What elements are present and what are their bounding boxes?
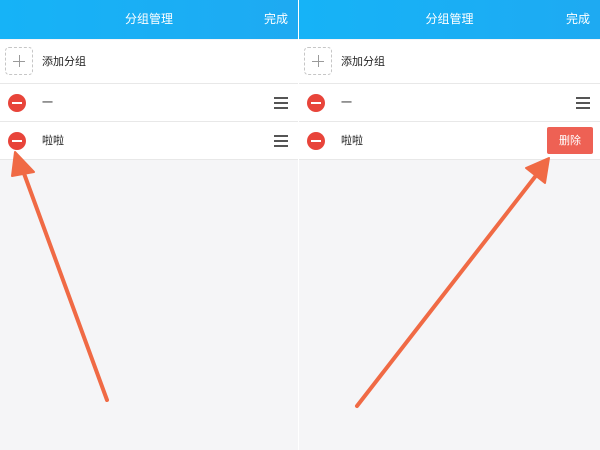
group-row: 一 bbox=[0, 84, 298, 122]
plus-icon[interactable] bbox=[304, 47, 332, 75]
header: 分组管理 完成 bbox=[299, 0, 600, 39]
drag-handle-icon[interactable] bbox=[274, 97, 288, 109]
remove-icon[interactable] bbox=[8, 94, 26, 112]
group-name: 一 bbox=[341, 96, 352, 109]
group-row: 啦啦 删除 bbox=[299, 122, 600, 160]
left-panel: 分组管理 完成 添加分组 一 啦啦 bbox=[0, 0, 298, 450]
plus-icon[interactable] bbox=[5, 47, 33, 75]
remove-icon[interactable] bbox=[307, 132, 325, 150]
delete-button[interactable]: 删除 bbox=[547, 127, 593, 154]
group-row: 啦啦 bbox=[0, 122, 298, 160]
page-title: 分组管理 bbox=[124, 12, 173, 26]
right-panel: 分组管理 完成 添加分组 一 啦啦 删除 bbox=[299, 0, 600, 450]
page-title: 分组管理 bbox=[425, 12, 474, 26]
remove-icon[interactable] bbox=[8, 132, 26, 150]
add-group-label: 添加分组 bbox=[341, 55, 385, 68]
add-group-row[interactable]: 添加分组 bbox=[0, 40, 298, 84]
add-group-row[interactable]: 添加分组 bbox=[299, 40, 600, 84]
remove-icon[interactable] bbox=[307, 94, 325, 112]
drag-handle-icon[interactable] bbox=[576, 97, 590, 109]
drag-handle-icon[interactable] bbox=[274, 135, 288, 147]
group-name: 一 bbox=[42, 96, 53, 109]
group-name: 啦啦 bbox=[42, 134, 64, 147]
add-group-label: 添加分组 bbox=[42, 55, 86, 68]
header: 分组管理 完成 bbox=[0, 0, 298, 39]
group-row: 一 bbox=[299, 84, 600, 122]
done-button[interactable]: 完成 bbox=[264, 0, 288, 39]
group-name: 啦啦 bbox=[341, 134, 363, 147]
done-button[interactable]: 完成 bbox=[566, 0, 590, 39]
